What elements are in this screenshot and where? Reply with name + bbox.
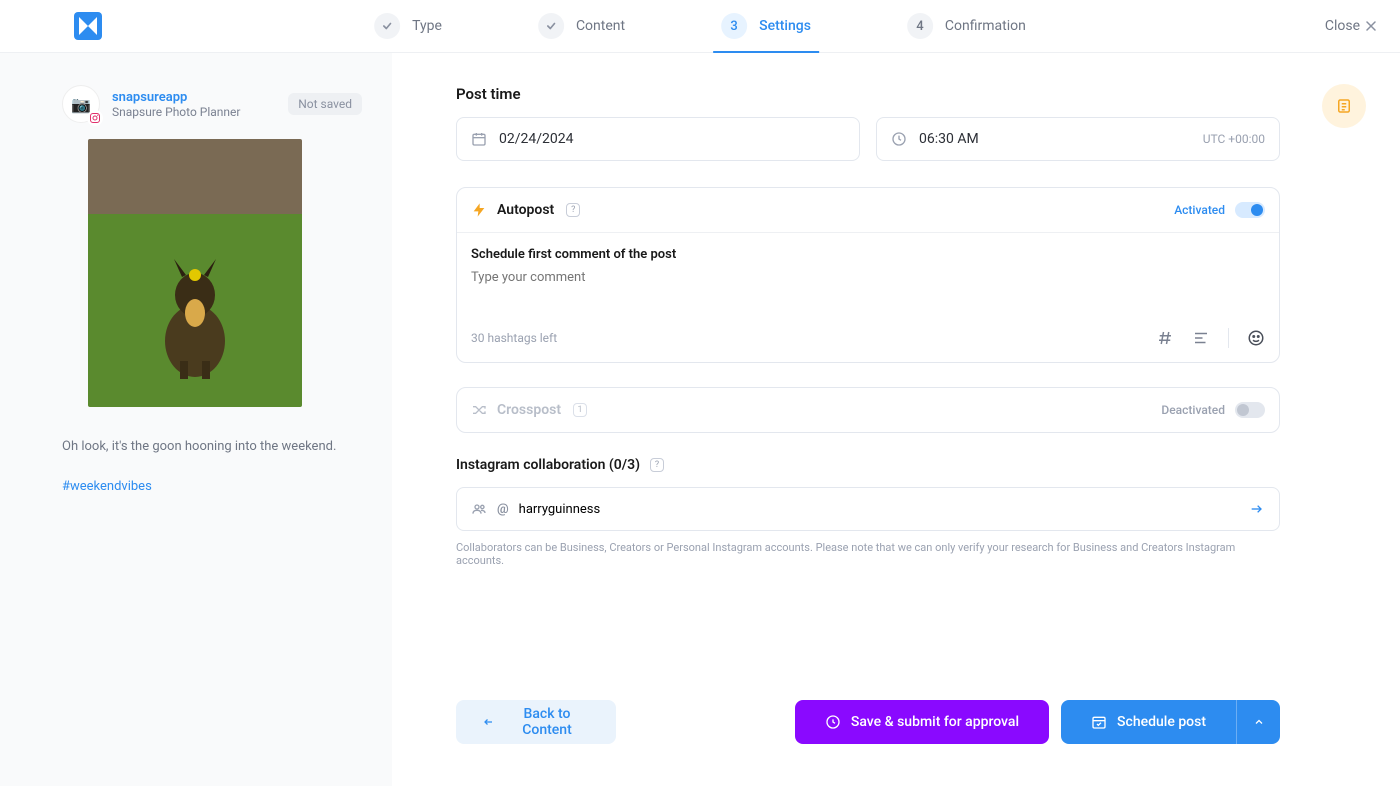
autopost-status-label: Activated bbox=[1174, 203, 1225, 217]
timezone-label: UTC +00:00 bbox=[1203, 132, 1265, 146]
crosspost-card: Crosspost 1 Deactivated bbox=[456, 387, 1280, 433]
time-value: 06:30 AM bbox=[919, 131, 979, 147]
date-value: 02/24/2024 bbox=[499, 131, 574, 147]
account-avatar: 📷 bbox=[62, 85, 100, 123]
step-check-icon bbox=[374, 13, 400, 39]
autopost-card: Autopost ? Activated Schedule first comm… bbox=[456, 187, 1280, 363]
help-icon[interactable]: ? bbox=[650, 458, 664, 472]
hashtags-left-label: 30 hashtags left bbox=[471, 331, 557, 345]
back-label: Back to Content bbox=[504, 706, 590, 738]
back-button[interactable]: Back to Content bbox=[456, 700, 616, 744]
note-icon bbox=[1335, 97, 1353, 115]
collaborator-input-row: @ bbox=[456, 487, 1280, 531]
schedule-post-button[interactable]: Schedule post bbox=[1061, 700, 1236, 744]
help-icon[interactable]: ? bbox=[566, 203, 580, 217]
account-name: Snapsure Photo Planner bbox=[112, 105, 240, 119]
crosspost-title: Crosspost bbox=[497, 402, 561, 418]
close-icon bbox=[1366, 21, 1376, 31]
close-button[interactable]: Close bbox=[1325, 18, 1376, 34]
step-label: Content bbox=[576, 18, 625, 34]
post-time-title: Post time bbox=[456, 85, 1280, 103]
post-caption: Oh look, it's the goon hooning into the … bbox=[62, 437, 362, 457]
collaboration-note: Collaborators can be Business, Creators … bbox=[456, 541, 1280, 567]
step-label: Settings bbox=[759, 18, 811, 34]
divider bbox=[1228, 328, 1229, 348]
instagram-icon bbox=[87, 110, 103, 126]
step-type[interactable]: Type bbox=[374, 0, 442, 52]
collaboration-title: Instagram collaboration (0/3) bbox=[456, 457, 640, 473]
post-hashtag[interactable]: #weekendvibes bbox=[62, 479, 362, 494]
approval-label: Save & submit for approval bbox=[851, 714, 1019, 730]
people-icon bbox=[471, 501, 487, 517]
close-label: Close bbox=[1325, 18, 1360, 34]
crosspost-count-badge: 1 bbox=[573, 403, 587, 417]
autopost-title: Autopost bbox=[497, 202, 554, 218]
account-handle[interactable]: snapsureapp bbox=[112, 90, 240, 105]
time-field[interactable]: 06:30 AM UTC +00:00 bbox=[876, 117, 1280, 161]
step-confirmation[interactable]: 4 Confirmation bbox=[907, 0, 1026, 52]
header-bar: Type Content 3 Settings 4 Confirmation C… bbox=[0, 0, 1400, 53]
step-number: 3 bbox=[721, 13, 747, 39]
schedule-label: Schedule post bbox=[1117, 714, 1206, 730]
shuffle-icon bbox=[471, 402, 487, 418]
app-logo bbox=[74, 12, 102, 40]
step-label: Confirmation bbox=[945, 18, 1026, 34]
step-number: 4 bbox=[907, 13, 933, 39]
emoji-icon[interactable] bbox=[1247, 329, 1265, 347]
collaborator-input[interactable] bbox=[519, 502, 1239, 517]
lightning-icon bbox=[471, 202, 487, 218]
footer-actions: Back to Content Save & submit for approv… bbox=[456, 700, 1280, 786]
dog-illustration bbox=[140, 241, 250, 381]
step-settings[interactable]: 3 Settings bbox=[721, 0, 811, 52]
clock-check-icon bbox=[825, 714, 841, 730]
crosspost-toggle[interactable] bbox=[1235, 402, 1265, 418]
calendar-check-icon bbox=[1091, 714, 1107, 730]
hashtag-icon[interactable] bbox=[1156, 329, 1174, 347]
step-content[interactable]: Content bbox=[538, 0, 625, 52]
notes-floating-button[interactable] bbox=[1322, 84, 1366, 128]
first-comment-input[interactable] bbox=[471, 270, 1265, 310]
step-check-icon bbox=[538, 13, 564, 39]
post-preview-panel: 📷 snapsureapp Snapsure Photo Planner Not… bbox=[0, 53, 392, 786]
post-image-preview bbox=[88, 139, 302, 407]
at-prefix: @ bbox=[497, 502, 509, 517]
step-label: Type bbox=[412, 18, 442, 34]
save-submit-approval-button[interactable]: Save & submit for approval bbox=[795, 700, 1049, 744]
calendar-icon bbox=[471, 131, 487, 147]
account-row: 📷 snapsureapp Snapsure Photo Planner Not… bbox=[62, 85, 362, 123]
autopost-toggle[interactable] bbox=[1235, 202, 1265, 218]
align-left-icon[interactable] bbox=[1192, 329, 1210, 347]
submit-collaborator-icon[interactable] bbox=[1249, 501, 1265, 517]
settings-panel: Post time 02/24/2024 06:30 AM UTC +00:00 bbox=[392, 53, 1400, 786]
not-saved-badge: Not saved bbox=[288, 93, 362, 115]
wizard-steps: Type Content 3 Settings 4 Confirmation bbox=[374, 0, 1026, 52]
crosspost-status-label: Deactivated bbox=[1161, 403, 1225, 417]
first-comment-title: Schedule first comment of the post bbox=[471, 247, 1265, 262]
arrow-left-icon bbox=[482, 716, 494, 728]
schedule-dropdown-button[interactable] bbox=[1236, 700, 1280, 744]
clock-icon bbox=[891, 131, 907, 147]
chevron-up-icon bbox=[1253, 716, 1265, 728]
date-field[interactable]: 02/24/2024 bbox=[456, 117, 860, 161]
